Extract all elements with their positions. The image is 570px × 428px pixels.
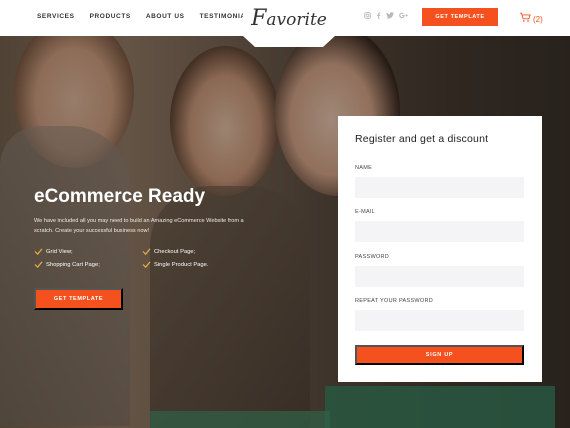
name-label: NAME bbox=[355, 165, 373, 171]
nav-about-us[interactable]: ABOUT US bbox=[146, 13, 185, 20]
name-field[interactable] bbox=[355, 177, 524, 198]
hero-get-template-button[interactable]: GET TEMPLATE bbox=[34, 288, 123, 310]
sign-up-button[interactable]: SIGN UP bbox=[355, 345, 524, 365]
cart-icon bbox=[519, 10, 531, 28]
check-icon bbox=[142, 248, 151, 255]
hero-description: We have included all you may need to bui… bbox=[34, 218, 244, 234]
password-label: PASSWORD bbox=[355, 254, 390, 260]
check-icon bbox=[142, 261, 151, 268]
email-label: E-MAIL bbox=[355, 209, 376, 215]
password-field[interactable] bbox=[355, 266, 524, 287]
nav-services[interactable]: SERVICES bbox=[37, 13, 75, 20]
facebook-icon[interactable] bbox=[376, 12, 381, 21]
email-field[interactable] bbox=[355, 221, 524, 242]
header-get-template-button[interactable]: GET TEMPLATE bbox=[422, 8, 498, 26]
feature-item: Checkout Page; bbox=[142, 248, 250, 255]
logo[interactable]: Favorite bbox=[243, 0, 335, 47]
logo-wordmark: Favorite bbox=[251, 6, 327, 31]
register-form: Register and get a discount NAME E-MAIL … bbox=[338, 116, 542, 382]
cart-count: (2) bbox=[533, 14, 543, 24]
cart-button[interactable]: (2) bbox=[519, 10, 543, 28]
nav-products[interactable]: PRODUCTS bbox=[90, 13, 131, 20]
twitter-icon[interactable] bbox=[386, 12, 394, 21]
hero-title: eCommerce Ready bbox=[34, 186, 206, 207]
feature-item: Single Product Page. bbox=[142, 261, 250, 268]
feature-item: Shopping Cart Page; bbox=[34, 261, 142, 268]
instagram-icon[interactable] bbox=[364, 12, 371, 21]
main-nav: SERVICES PRODUCTS ABOUT US TESTIMONIALS bbox=[37, 13, 270, 20]
social-links bbox=[364, 12, 408, 21]
check-icon bbox=[34, 261, 43, 268]
feature-item: Grid View; bbox=[34, 248, 142, 255]
repeat-password-label: REPEAT YOUR PASSWORD bbox=[355, 298, 434, 304]
repeat-password-field[interactable] bbox=[355, 310, 524, 331]
feature-list: Grid View; Checkout Page; Shopping Cart … bbox=[34, 248, 244, 268]
form-title: Register and get a discount bbox=[355, 133, 489, 145]
google-plus-icon[interactable] bbox=[399, 12, 408, 21]
check-icon bbox=[34, 248, 43, 255]
